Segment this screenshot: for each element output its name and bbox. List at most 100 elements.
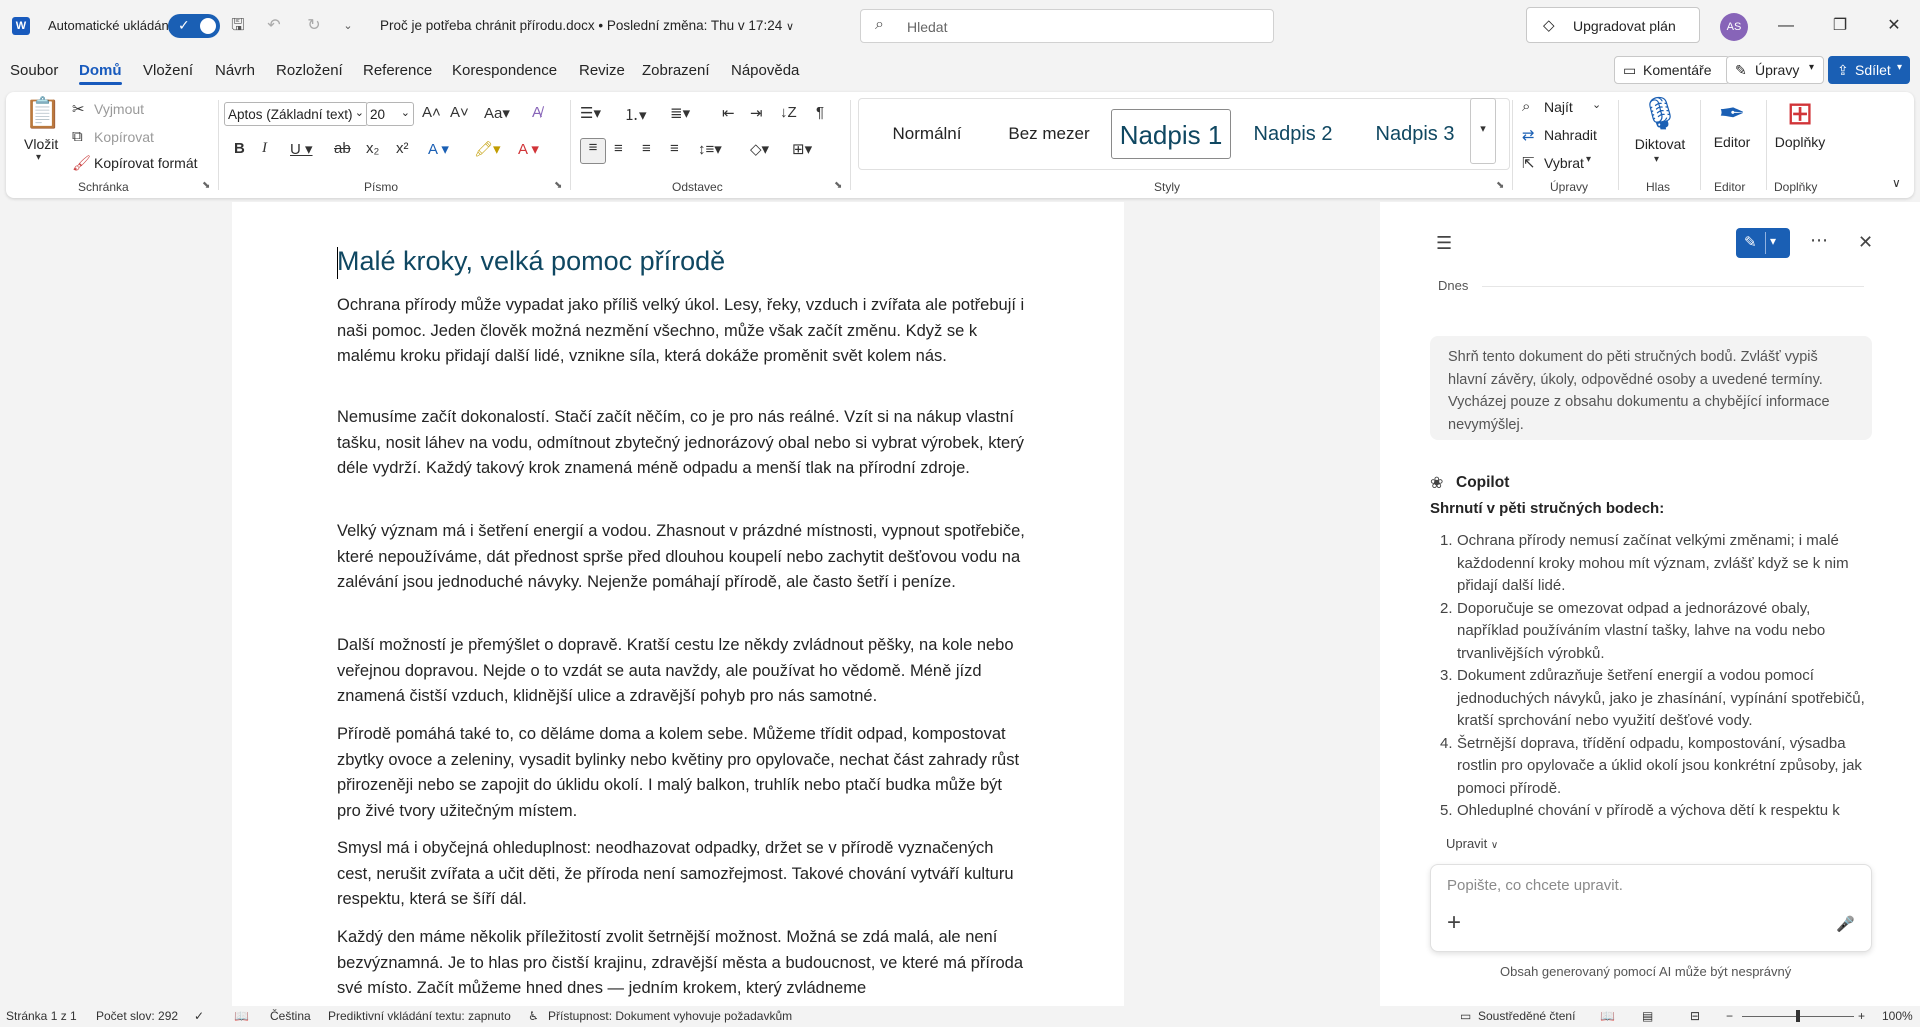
justify-icon[interactable]: ≡ (670, 140, 679, 157)
document-paragraph[interactable]: Velký význam má i šetření energií a vodo… (337, 519, 1027, 596)
find-button[interactable]: Najít (1544, 99, 1573, 115)
proofing-icon[interactable]: ✓ (194, 1009, 204, 1023)
tab-design[interactable]: Návrh (215, 62, 255, 79)
dictate-button[interactable]: Diktovat (1628, 136, 1692, 152)
document-heading[interactable]: Malé kroky, velká pomoc přírodě (337, 246, 725, 277)
more-options-icon[interactable]: ⋯ (1810, 230, 1828, 251)
underline-icon[interactable]: U ▾ (290, 140, 313, 158)
styles-launcher-icon[interactable]: ⬊ (1496, 180, 1504, 191)
align-left-icon[interactable]: ≡ (580, 138, 606, 164)
document-paragraph[interactable]: Každý den máme několik příležitostí zvol… (337, 925, 1027, 1006)
document-paragraph[interactable]: Přírodě pomáhá také to, co děláme doma a… (337, 722, 1027, 824)
style-heading-1[interactable]: Nadpis 1 (1111, 109, 1231, 159)
tab-view[interactable]: Zobrazení (642, 62, 710, 79)
microphone-icon[interactable]: 🎤 (1836, 915, 1855, 933)
zoom-level[interactable]: 100% (1882, 1009, 1913, 1023)
copy-button[interactable]: Kopírovat (94, 129, 154, 145)
sort-icon[interactable]: ↓Z (780, 104, 797, 121)
cut-button[interactable]: Vyjmout (94, 101, 144, 117)
select-button[interactable]: Vybrat (1544, 155, 1584, 171)
copilot-prompt-input[interactable]: Popište, co chcete upravit. + 🎤 (1430, 864, 1872, 952)
style-heading-2[interactable]: Nadpis 2 (1235, 109, 1351, 159)
shrink-font-icon[interactable]: A˅ (450, 104, 469, 121)
redo-icon[interactable]: ↻ (302, 14, 326, 38)
styles-more-icon[interactable]: ▾ (1470, 98, 1496, 164)
undo-icon[interactable]: ↶ (262, 14, 286, 38)
italic-icon[interactable]: I (262, 140, 267, 157)
book-icon[interactable]: 📖 (234, 1009, 249, 1023)
multilevel-list-icon[interactable]: ≣▾ (670, 104, 690, 122)
replace-button[interactable]: Nahradit (1544, 127, 1597, 143)
document-title[interactable]: Proč je potřeba chránit přírodu.docx • P… (380, 18, 794, 33)
numbering-icon[interactable]: ⒈▾ (624, 104, 647, 125)
clear-formatting-icon[interactable]: A̸ (532, 104, 542, 121)
tab-mailings[interactable]: Korespondence (452, 62, 557, 79)
predictive-text-status[interactable]: Prediktivní vkládání textu: zapnuto (328, 1009, 511, 1023)
chevron-down-icon[interactable]: ▾ (1586, 154, 1591, 165)
read-mode-icon[interactable]: 📖 (1600, 1009, 1615, 1023)
text-effects-icon[interactable]: A ▾ (428, 140, 449, 158)
paste-button[interactable]: Vložit (24, 136, 58, 152)
collapse-ribbon-icon[interactable]: ∨ (1892, 176, 1901, 190)
tab-file[interactable]: Soubor (10, 62, 58, 79)
addins-button[interactable]: Doplňky (1768, 134, 1832, 150)
borders-icon[interactable]: ⊞▾ (792, 140, 812, 158)
autosave-toggle[interactable]: ✓ (168, 14, 220, 38)
highlight-icon[interactable]: 🖍▾ (474, 140, 501, 158)
customize-toolbar-icon[interactable]: ⌄ (336, 14, 360, 38)
style-normal[interactable]: Normální (871, 109, 983, 159)
clipboard-launcher-icon[interactable]: ⬊ (202, 180, 210, 191)
tab-review[interactable]: Revize (579, 62, 625, 79)
decrease-indent-icon[interactable]: ⇤ (722, 104, 735, 122)
edit-dropdown[interactable]: Upravit ∨ (1446, 836, 1498, 851)
font-size-select[interactable]: 20 ⌄ (366, 102, 414, 126)
editor-button[interactable]: Editor (1706, 134, 1758, 150)
comments-button[interactable]: ▭ Komentáře (1614, 56, 1730, 84)
chevron-down-icon[interactable]: ▾ (36, 152, 41, 163)
line-spacing-icon[interactable]: ↕≡▾ (698, 140, 722, 158)
bold-icon[interactable]: B (234, 140, 245, 157)
menu-lines-icon[interactable]: ☰ (1436, 233, 1452, 254)
add-attachment-icon[interactable]: + (1447, 909, 1461, 937)
accessibility-status[interactable]: Přístupnost: Dokument vyhovuje požadavků… (548, 1009, 792, 1023)
chevron-down-icon[interactable]: ▾ (1654, 154, 1659, 165)
document-paragraph[interactable]: Smysl má i obyčejná ohleduplnost: neodha… (337, 836, 1027, 913)
editor-pen-icon[interactable]: ✒ (1710, 94, 1754, 132)
tab-layout[interactable]: Rozložení (276, 62, 343, 79)
bullets-icon[interactable]: ☰▾ (580, 104, 601, 122)
zoom-in-icon[interactable]: + (1858, 1009, 1865, 1023)
paragraph-launcher-icon[interactable]: ⬊ (834, 180, 842, 191)
search-input[interactable]: ⌕ Hledat (860, 9, 1274, 43)
format-painter-button[interactable]: Kopírovat formát (94, 155, 198, 171)
web-layout-icon[interactable]: ⊟ (1690, 1009, 1700, 1023)
restore-icon[interactable]: ❐ (1828, 14, 1852, 38)
superscript-icon[interactable]: x² (396, 140, 409, 157)
align-right-icon[interactable]: ≡ (642, 140, 651, 157)
close-pane-icon[interactable]: ✕ (1858, 232, 1873, 253)
font-family-select[interactable]: Aptos (Základní text) ⌄ (224, 102, 368, 126)
document-paragraph[interactable]: Další možností je přemýšlet o dopravě. K… (337, 633, 1027, 710)
increase-indent-icon[interactable]: ⇥ (750, 104, 763, 122)
pilcrow-icon[interactable]: ¶ (816, 104, 824, 121)
word-count[interactable]: Počet slov: 292 (96, 1009, 178, 1023)
print-layout-icon[interactable]: ▤ (1642, 1009, 1653, 1023)
tab-home[interactable]: Domů (79, 62, 122, 85)
zoom-slider-thumb[interactable] (1796, 1010, 1800, 1022)
chevron-down-icon[interactable]: ▾ (1770, 234, 1776, 248)
tab-references[interactable]: Reference (363, 62, 432, 79)
focus-mode-button[interactable]: Soustředěné čtení (1478, 1009, 1575, 1023)
paste-icon[interactable]: 📋 (24, 96, 61, 136)
style-no-spacing[interactable]: Bez mezer (993, 109, 1105, 159)
align-center-icon[interactable]: ≡ (614, 140, 623, 157)
editing-mode-button[interactable]: ✎ Úpravy ▾ (1726, 56, 1824, 84)
new-chat-button[interactable]: ✎ ▾ (1736, 228, 1790, 258)
page-count[interactable]: Stránka 1 z 1 (6, 1009, 77, 1023)
document-paragraph[interactable]: Nemusíme začít dokonalostí. Stačí začít … (337, 405, 1027, 482)
tab-insert[interactable]: Vložení (143, 62, 193, 79)
microphone-icon[interactable]: 🎙 (1636, 94, 1684, 132)
close-icon[interactable]: ✕ (1882, 14, 1906, 38)
chevron-down-icon[interactable]: ⌄ (1592, 98, 1601, 111)
upgrade-plan-button[interactable]: ◇ Upgradovat plán (1526, 7, 1700, 43)
strikethrough-icon[interactable]: ab (334, 140, 351, 157)
shading-icon[interactable]: ◇▾ (750, 140, 769, 158)
